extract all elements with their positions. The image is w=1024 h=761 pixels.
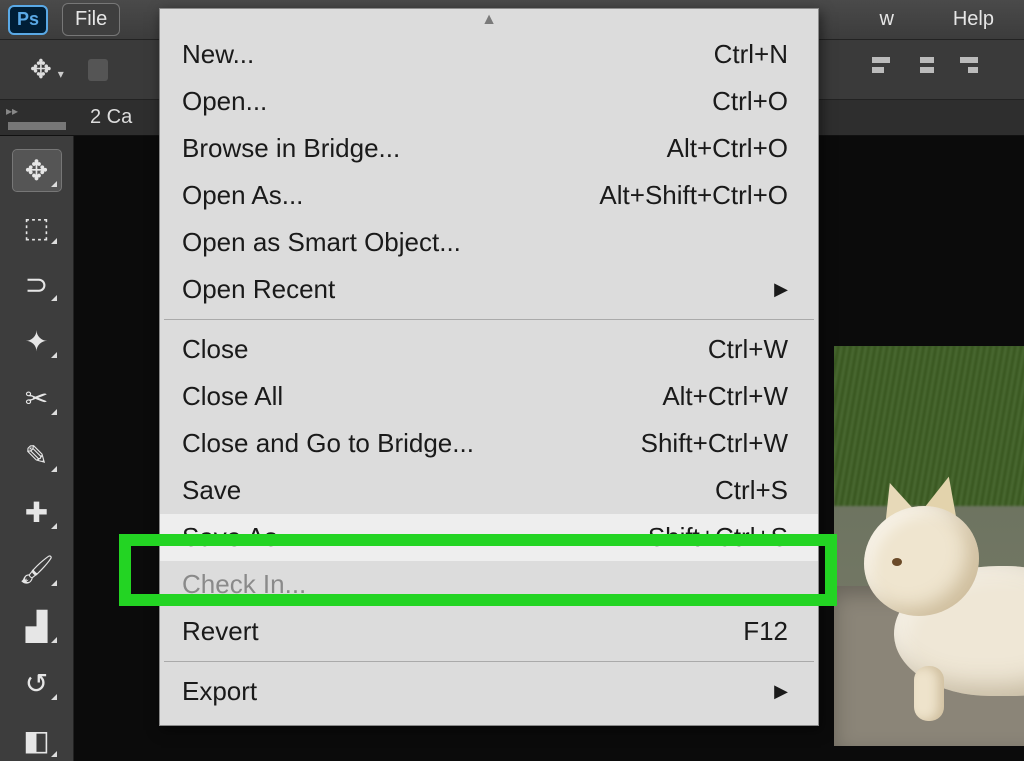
lasso-icon: ⊃	[25, 268, 48, 301]
marquee-tool[interactable]: ⬚	[13, 207, 61, 248]
lasso-tool[interactable]: ⊃	[13, 264, 61, 305]
options-toggle[interactable]	[88, 59, 108, 81]
menu-item-label: Save As...	[182, 522, 299, 553]
menu-item-label: Close	[182, 334, 248, 365]
menu-item-open-smart-object[interactable]: Open as Smart Object...	[160, 219, 818, 266]
menu-separator	[164, 319, 814, 320]
eraser-icon: ◧	[23, 724, 49, 757]
menu-item-label: Open As...	[182, 180, 303, 211]
move-tool-indicator-icon[interactable]: ✥	[30, 54, 64, 85]
menu-item-label: Open as Smart Object...	[182, 227, 461, 258]
document-tab[interactable]: 2 Ca	[90, 106, 132, 129]
menu-scroll-up-icon[interactable]: ▲	[160, 9, 818, 31]
align-bottom-icon[interactable]	[958, 55, 984, 77]
menu-item-check-in: Check In...	[160, 561, 818, 608]
menu-item-shortcut: Shift+Ctrl+W	[641, 428, 788, 459]
eraser-tool[interactable]: ◧	[13, 720, 61, 761]
menu-item-save-as[interactable]: Save As... Shift+Ctrl+S	[160, 514, 818, 561]
submenu-arrow-icon: ▶	[774, 279, 788, 300]
menu-item-shortcut: Alt+Ctrl+W	[662, 381, 788, 412]
menu-item-shortcut: Alt+Ctrl+O	[667, 133, 788, 164]
submenu-arrow-icon: ▶	[774, 681, 788, 702]
menu-item-shortcut: F12	[743, 616, 788, 647]
menu-help[interactable]: Help	[953, 8, 994, 31]
file-menu-dropdown: ▲ New... Ctrl+N Open... Ctrl+O Browse in…	[159, 8, 819, 726]
panel-expand-icon[interactable]: ▸▸	[6, 104, 18, 118]
move-tool-icon: ✥	[25, 154, 48, 187]
quick-select-icon: ✦	[25, 325, 48, 358]
healing-brush-tool[interactable]: ✚	[13, 492, 61, 533]
menu-item-browse-bridge[interactable]: Browse in Bridge... Alt+Ctrl+O	[160, 125, 818, 172]
menu-item-shortcut: Ctrl+N	[714, 39, 788, 70]
menu-item-open-as[interactable]: Open As... Alt+Shift+Ctrl+O	[160, 172, 818, 219]
align-middle-icon[interactable]	[914, 55, 940, 77]
menu-item-label: New...	[182, 39, 254, 70]
brush-tool[interactable]: 🖌	[13, 549, 61, 590]
document-image	[834, 346, 1024, 746]
history-brush-icon: ↺	[25, 667, 48, 700]
menu-window-partial[interactable]: w	[880, 8, 894, 31]
marquee-icon: ⬚	[23, 211, 49, 244]
menu-item-shortcut: Ctrl+O	[712, 86, 788, 117]
menu-item-label: Open Recent	[182, 274, 335, 305]
move-tool[interactable]: ✥	[13, 150, 61, 191]
tool-panel: ✥ ⬚ ⊃ ✦ ✂ ✎ ✚ 🖌 ▟ ↺ ◧	[0, 136, 74, 761]
crop-icon: ✂	[25, 382, 48, 415]
clone-stamp-icon: ▟	[26, 610, 48, 643]
brush-icon: 🖌	[19, 553, 55, 586]
panel-ruler-icon	[8, 122, 66, 130]
menu-item-revert[interactable]: Revert F12	[160, 608, 818, 655]
cat-illustration	[864, 476, 1024, 706]
menu-item-save[interactable]: Save Ctrl+S	[160, 467, 818, 514]
menu-item-shortcut: Alt+Shift+Ctrl+O	[599, 180, 788, 211]
crop-tool[interactable]: ✂	[13, 378, 61, 419]
history-brush-tool[interactable]: ↺	[13, 663, 61, 704]
eyedropper-tool[interactable]: ✎	[13, 435, 61, 476]
menu-item-label: Close and Go to Bridge...	[182, 428, 474, 459]
healing-brush-icon: ✚	[25, 496, 48, 529]
menu-item-close[interactable]: Close Ctrl+W	[160, 326, 818, 373]
menu-item-close-all[interactable]: Close All Alt+Ctrl+W	[160, 373, 818, 420]
menu-separator	[164, 661, 814, 662]
menu-item-open-recent[interactable]: Open Recent ▶	[160, 266, 818, 313]
menu-item-label: Save	[182, 475, 241, 506]
menu-file[interactable]: File	[62, 3, 120, 36]
align-top-icon[interactable]	[870, 55, 896, 77]
menu-item-label: Revert	[182, 616, 259, 647]
menu-item-shortcut: Ctrl+W	[708, 334, 788, 365]
quick-select-tool[interactable]: ✦	[13, 321, 61, 362]
menu-item-close-bridge[interactable]: Close and Go to Bridge... Shift+Ctrl+W	[160, 420, 818, 467]
menu-item-label: Browse in Bridge...	[182, 133, 400, 164]
menu-item-new[interactable]: New... Ctrl+N	[160, 31, 818, 78]
menu-item-label: Export	[182, 676, 257, 707]
menu-item-label: Close All	[182, 381, 283, 412]
clone-stamp-tool[interactable]: ▟	[13, 606, 61, 647]
menu-item-export[interactable]: Export ▶	[160, 668, 818, 715]
menu-item-label: Open...	[182, 86, 267, 117]
menu-item-open[interactable]: Open... Ctrl+O	[160, 78, 818, 125]
menu-item-shortcut: Shift+Ctrl+S	[648, 522, 788, 553]
eyedropper-icon: ✎	[25, 439, 48, 472]
menu-item-label: Check In...	[182, 569, 306, 600]
app-logo: Ps	[8, 5, 48, 35]
menu-item-shortcut: Ctrl+S	[715, 475, 788, 506]
